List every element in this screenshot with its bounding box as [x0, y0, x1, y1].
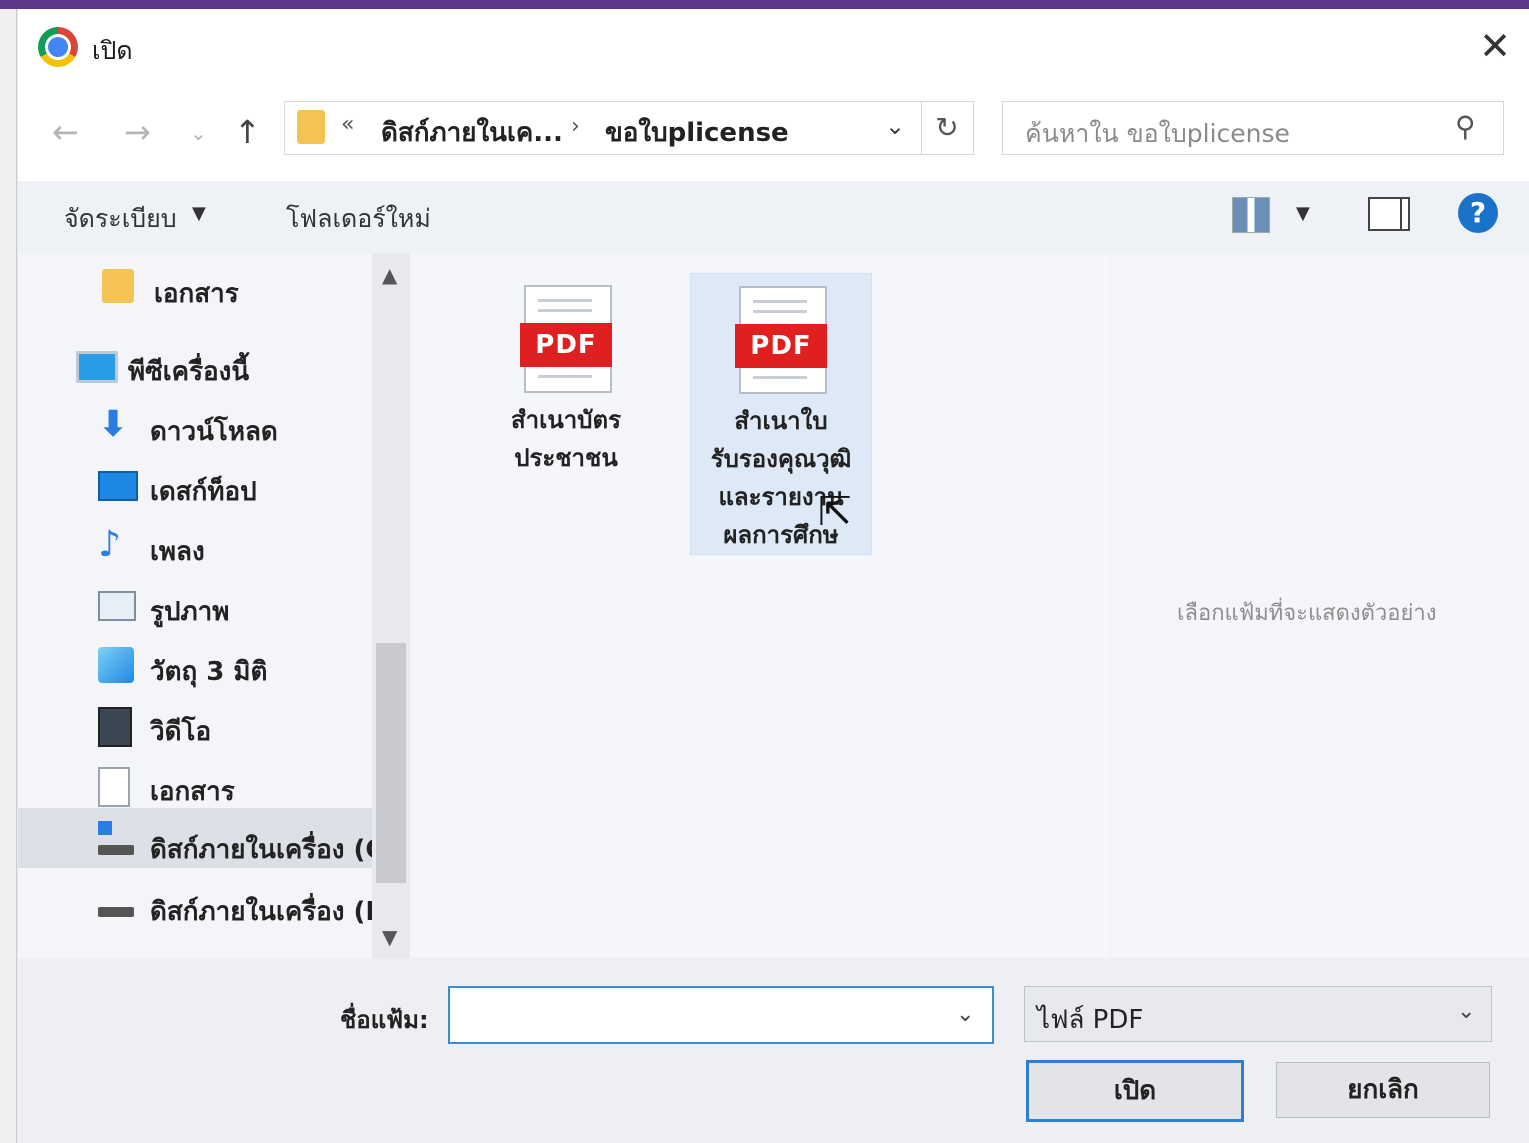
sidebar-item-drive-c[interactable]: ดิสก์ภายในเครื่อง (C	[98, 817, 372, 871]
address-bar[interactable]: « ดิสก์ภายในเค... › ขอใบplicense ⌄ ↻	[284, 101, 974, 155]
music-icon: ♪	[98, 524, 121, 565]
video-icon	[98, 707, 132, 747]
command-bar: จัดระเบียบ ▼ โฟลเดอร์ใหม่ ▼ ?	[18, 181, 1529, 253]
filename-label: ชื่อแฟ้ม:	[340, 1006, 429, 1034]
breadcrumb-overflow[interactable]: «	[341, 112, 354, 137]
sidebar-item-drive-d[interactable]: ดิสก์ภายในเครื่อง (D	[98, 879, 372, 933]
change-view-icon[interactable]	[1232, 197, 1270, 233]
scrollbar-thumb[interactable]	[376, 643, 406, 883]
background-window-edge	[0, 9, 17, 1143]
help-icon[interactable]: ?	[1458, 193, 1498, 233]
windows-logo-icon	[98, 821, 112, 835]
preview-pane-icon[interactable]	[1368, 197, 1410, 231]
navigation-pane: เอกสาร พีซีเครื่องนี้ ⬇ ดาวน์โหลด เดสก์ท…	[18, 253, 372, 958]
background-window-strip	[0, 0, 1529, 9]
filename-dropdown-icon[interactable]: ⌄	[956, 1002, 974, 1027]
documents-icon	[98, 767, 130, 807]
breadcrumb-item[interactable]: ขอใบplicense	[605, 112, 789, 153]
open-button[interactable]: เปิด	[1026, 1060, 1244, 1122]
sidebar-item-pictures[interactable]: รูปภาพ	[98, 579, 368, 633]
folder-icon	[102, 269, 134, 303]
navigation-bar: ← → ⌄ ↑ « ดิสก์ภายในเค... › ขอใบplicense…	[18, 91, 1529, 181]
desktop-icon	[98, 471, 138, 501]
folder-icon	[297, 110, 325, 144]
sidebar-scrollbar[interactable]: ▲ ▼	[372, 253, 410, 958]
file-list: PDF สำเนาบัตร ประชาชน PDF สำเนาใบ รับรอง…	[410, 253, 1110, 958]
dialog-title: เปิด	[92, 36, 133, 65]
sidebar-item-label: เอกสาร	[150, 777, 235, 807]
filename-input[interactable]	[458, 996, 942, 1034]
sidebar-item-music[interactable]: ♪ เพลง	[98, 519, 368, 573]
sidebar-item-this-pc[interactable]: พีซีเครื่องนี้	[76, 339, 366, 393]
sidebar-item-label: พีซีเครื่องนี้	[128, 357, 250, 387]
sidebar-item-label: เพลง	[150, 537, 205, 567]
sidebar-item-label: ดิสก์ภายในเครื่อง (D	[150, 897, 372, 927]
title-bar: เปิด ✕	[18, 9, 1529, 91]
filetype-dropdown-icon[interactable]: ⌄	[1457, 999, 1475, 1024]
sidebar-item-desktop[interactable]: เดสก์ท็อป	[98, 459, 368, 513]
scroll-up-icon[interactable]: ▲	[382, 263, 397, 287]
dialog-footer: ชื่อแฟ้ม: ⌄ ไฟล์ PDF ⌄ เปิด ยกเลิก	[18, 958, 1529, 1143]
drive-d-icon	[98, 907, 134, 917]
filetype-select[interactable]: ไฟล์ PDF ⌄	[1024, 986, 1492, 1042]
address-dropdown-icon[interactable]: ⌄	[885, 112, 905, 140]
sidebar-item-label: ดาวน์โหลด	[150, 417, 278, 447]
forward-arrow-icon[interactable]: →	[124, 113, 151, 151]
drive-c-icon	[98, 845, 134, 855]
recent-locations-chevron-icon[interactable]: ⌄	[190, 121, 207, 145]
cancel-button[interactable]: ยกเลิก	[1276, 1062, 1490, 1118]
organize-button[interactable]: จัดระเบียบ	[64, 199, 177, 239]
pdf-file-icon: PDF	[520, 285, 612, 393]
preview-message: เลือกแฟ้มที่จะแสดงตัวอย่าง	[1177, 601, 1437, 626]
download-icon: ⬇	[98, 404, 129, 445]
breadcrumb-item[interactable]: ดิสก์ภายในเค...	[381, 112, 563, 153]
mouse-cursor-icon: ⇱	[818, 489, 852, 535]
sidebar-item-label: เอกสาร	[154, 279, 239, 309]
sidebar-item-videos[interactable]: วิดีโอ	[98, 699, 368, 753]
computer-icon	[76, 351, 118, 383]
up-arrow-icon[interactable]: ↑	[234, 113, 261, 151]
breadcrumb-separator-icon[interactable]: ›	[571, 114, 580, 139]
sidebar-item-label: วัตถุ 3 มิติ	[150, 657, 268, 687]
filename-field[interactable]: ⌄	[448, 986, 994, 1044]
pdf-badge: PDF	[735, 324, 827, 368]
sidebar-item-3d-objects[interactable]: วัตถุ 3 มิติ	[98, 639, 368, 693]
pdf-file-icon: PDF	[735, 286, 827, 394]
pictures-icon	[98, 591, 136, 621]
close-button[interactable]: ✕	[1470, 21, 1520, 71]
sidebar-item-label: วิดีโอ	[150, 717, 212, 747]
sidebar-item-documents[interactable]: เอกสาร	[98, 759, 368, 813]
search-box[interactable]: ค้นหาใน ขอใบplicense ⚲	[1002, 101, 1504, 155]
new-folder-button[interactable]: โฟลเดอร์ใหม่	[286, 199, 431, 239]
chrome-icon	[38, 27, 78, 67]
sidebar-item-downloads[interactable]: ⬇ ดาวน์โหลด	[98, 399, 368, 453]
3d-objects-icon	[98, 647, 134, 683]
sidebar-item-label: ดิสก์ภายในเครื่อง (C	[150, 835, 372, 865]
scroll-down-icon[interactable]: ▼	[382, 925, 397, 949]
open-file-dialog: เปิด ✕ ← → ⌄ ↑ « ดิสก์ภายในเค... › ขอใบp…	[18, 9, 1529, 1143]
back-arrow-icon[interactable]: ←	[52, 113, 79, 151]
preview-pane: เลือกแฟ้มที่จะแสดงตัวอย่าง	[1110, 253, 1529, 958]
sidebar-item-documents-quick[interactable]: เอกสาร	[102, 261, 362, 315]
pdf-badge: PDF	[520, 323, 612, 367]
sidebar-item-label: รูปภาพ	[150, 597, 230, 627]
file-item[interactable]: PDF สำเนาบัตร ประชาชน	[476, 273, 656, 553]
search-placeholder[interactable]: ค้นหาใน ขอใบplicense	[1025, 114, 1290, 154]
file-name: สำเนาบัตร ประชาชน	[511, 406, 621, 472]
search-icon[interactable]: ⚲	[1455, 110, 1476, 143]
sidebar-item-label: เดสก์ท็อป	[150, 477, 257, 507]
filetype-value: ไฟล์ PDF	[1037, 1005, 1144, 1035]
view-options-caret-icon[interactable]: ▼	[1296, 203, 1310, 224]
caret-down-icon[interactable]: ▼	[192, 203, 206, 224]
refresh-icon[interactable]: ↻	[921, 102, 972, 154]
